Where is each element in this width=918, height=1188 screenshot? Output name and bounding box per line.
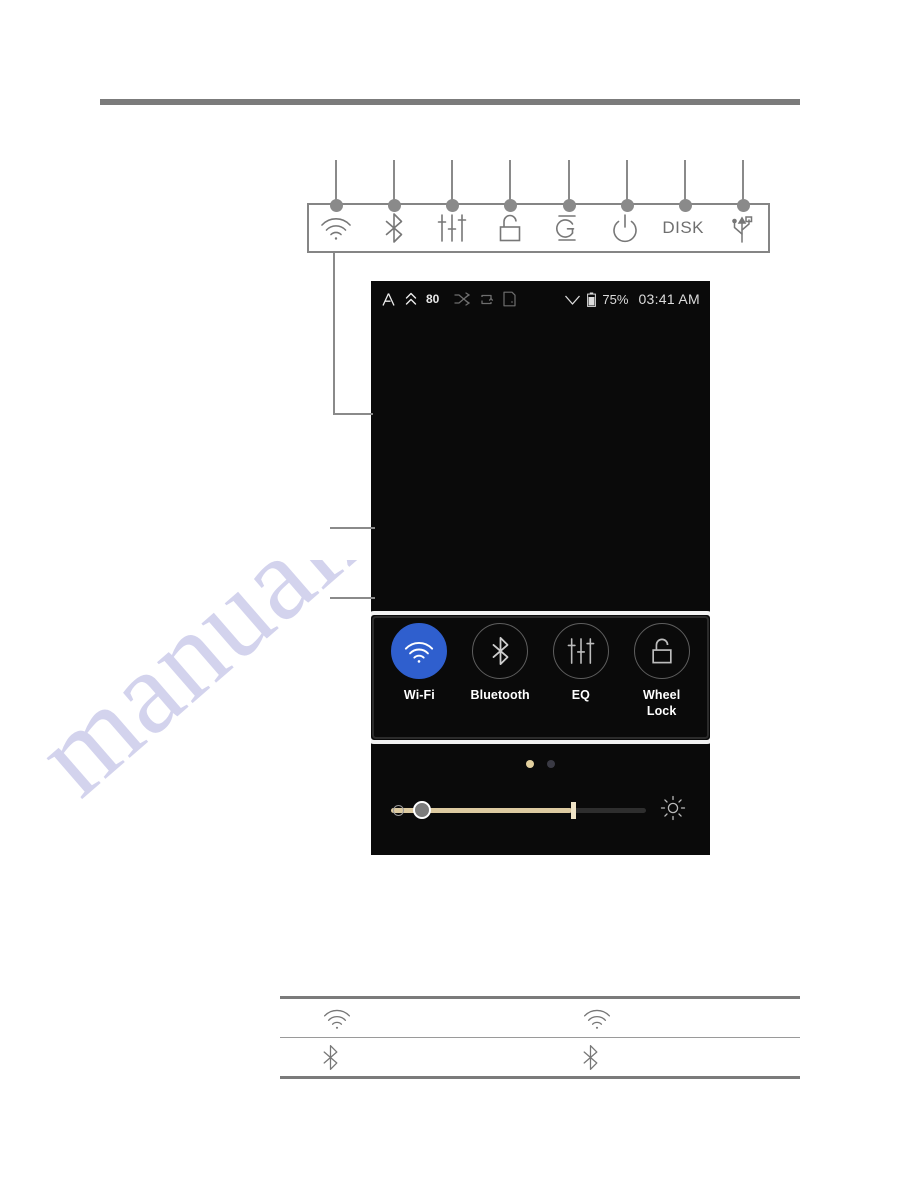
- quick-tile-label-eq: EQ: [571, 688, 590, 702]
- page-root: manualzz manualzz: [0, 0, 918, 1188]
- volume-chevrons-icon: [405, 292, 417, 305]
- callout-stems: [307, 160, 770, 212]
- stem-disk: [684, 160, 686, 204]
- brightness-row: [371, 793, 710, 827]
- quick-tile-label-wheel-lock: Wheel Lock: [643, 688, 680, 719]
- quick-settings-panel: Wi-Fi Bluetooth EQ Wheel Lock: [379, 623, 702, 733]
- stem-wifi: [335, 160, 337, 204]
- equalizer-icon: [437, 214, 466, 242]
- clock: 03:41 AM: [638, 291, 700, 307]
- device-screen: 80 75% 03:41 AM Wi-Fi Bluetooth EQ Wheel…: [371, 281, 710, 855]
- eq-toggle-circle[interactable]: [552, 623, 609, 679]
- unlocked-lock-icon: [499, 214, 520, 242]
- slider-tick: [570, 802, 576, 819]
- slider-ghost-marker: [393, 805, 404, 816]
- gapless-g-icon: [556, 215, 577, 241]
- table-cell-bluetooth-2: [540, 1044, 800, 1071]
- battery-value: 75%: [602, 291, 629, 307]
- leader-line-quicksettings-v: [333, 253, 335, 414]
- stem-eq: [451, 160, 453, 204]
- battery-icon: [587, 292, 597, 307]
- bluetooth-icon: [323, 1044, 338, 1070]
- wifi-icon: [323, 1009, 351, 1029]
- header-rule: [100, 99, 800, 105]
- bluetooth-icon: [492, 636, 509, 666]
- quick-tile-bluetooth[interactable]: Bluetooth: [461, 623, 539, 704]
- legend-item-eq: [423, 203, 481, 253]
- legend-item-wheel-lock: [481, 203, 539, 253]
- shuffle-icon: [454, 292, 471, 306]
- equalizer-icon: [567, 638, 595, 664]
- table-rule-bottom: [280, 1076, 800, 1079]
- page-dots[interactable]: [371, 760, 710, 768]
- stem-usb: [742, 160, 744, 204]
- status-bar: 80 75% 03:41 AM: [371, 281, 710, 317]
- volume-value: 80: [426, 292, 440, 306]
- page-dot-1[interactable]: [526, 760, 534, 768]
- disk-label: DISK: [662, 218, 705, 237]
- brightness-slider[interactable]: [391, 795, 646, 825]
- stem-gapless: [568, 160, 570, 204]
- sd-card-icon: [503, 291, 516, 307]
- wheel-lock-toggle-circle[interactable]: [633, 623, 690, 679]
- legend-item-gapless: [539, 203, 597, 253]
- legend-item-power: [596, 203, 654, 253]
- quick-tile-label-bluetooth: Bluetooth: [470, 688, 530, 702]
- leader-line-brightness: [330, 527, 375, 529]
- page-dot-2[interactable]: [547, 760, 555, 768]
- wifi-icon: [405, 641, 434, 663]
- bottom-table: [280, 996, 800, 1079]
- legend-item-wifi: [307, 203, 365, 253]
- brightness-sun-icon: [660, 795, 686, 826]
- legend-item-usb: [712, 203, 770, 253]
- wifi-off-icon: [565, 295, 581, 305]
- ak-logo-icon: [382, 292, 395, 306]
- table-cell-bluetooth-1: [280, 1044, 540, 1071]
- legend-item-bluetooth: [365, 203, 423, 253]
- wifi-icon: [583, 1009, 611, 1029]
- table-cell-wifi-2: [540, 1007, 800, 1030]
- leader-line-sdcard: [330, 597, 375, 599]
- stem-bluetooth: [393, 160, 395, 204]
- leader-line-quicksettings-h: [333, 413, 373, 415]
- stem-power: [626, 160, 628, 204]
- usb-icon: [732, 216, 753, 243]
- power-icon: [613, 214, 638, 243]
- bluetooth-icon: [583, 1044, 598, 1070]
- table-row: [280, 999, 800, 1037]
- bluetooth-toggle-circle[interactable]: [472, 623, 529, 679]
- slider-knob[interactable]: [413, 801, 431, 819]
- quick-tile-wifi[interactable]: Wi-Fi: [380, 623, 458, 704]
- legend-item-disk: DISK: [654, 203, 712, 253]
- wheel-lock-line2: Lock: [646, 703, 677, 718]
- wifi-icon: [321, 218, 351, 240]
- legend-icon-row: DISK: [307, 203, 770, 253]
- quick-tile-label-wifi: Wi-Fi: [403, 688, 435, 702]
- quick-tile-wheel-lock[interactable]: Wheel Lock: [623, 623, 701, 719]
- status-bar-left: 80: [381, 291, 516, 307]
- table-row: [280, 1038, 800, 1076]
- table-cell-wifi-1: [280, 1007, 540, 1030]
- unlocked-lock-icon: [651, 638, 672, 664]
- status-bar-right: 75% 03:41 AM: [564, 291, 700, 307]
- quick-tile-eq[interactable]: EQ: [542, 623, 620, 704]
- bluetooth-icon: [385, 213, 403, 243]
- stem-wheellock: [509, 160, 511, 204]
- wifi-toggle-circle[interactable]: [391, 623, 448, 679]
- wheel-lock-line1: Wheel: [642, 688, 681, 702]
- repeat-icon: [481, 294, 494, 304]
